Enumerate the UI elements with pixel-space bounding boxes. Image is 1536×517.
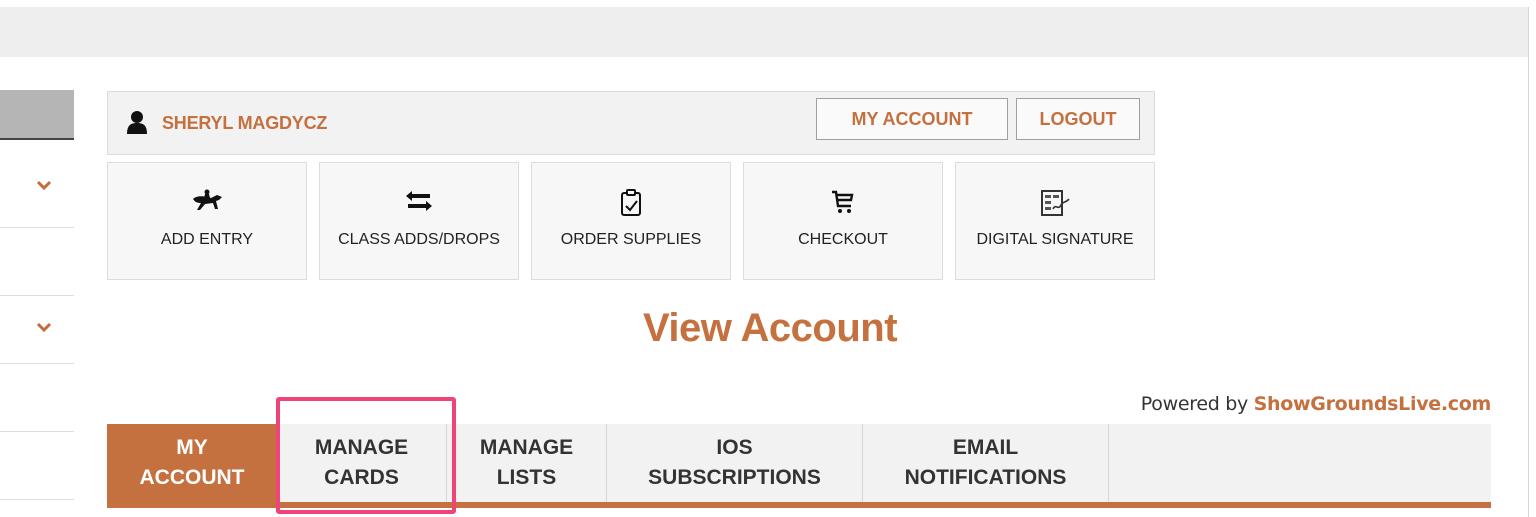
- top-bar: [0, 7, 1528, 57]
- tile-label: CHECKOUT: [798, 231, 888, 248]
- order-supplies-tile[interactable]: ORDER SUPPLIES: [531, 162, 731, 280]
- tab-label: MY: [176, 436, 208, 459]
- tile-label: ADD ENTRY: [160, 231, 254, 248]
- powered-by: Powered by ShowGroundsLive.com: [1140, 393, 1492, 415]
- tab-email-notifications[interactable]: EMAIL NOTIFICATIONS: [863, 424, 1109, 502]
- checkout-tile[interactable]: CHECKOUT: [743, 162, 943, 280]
- tab-my-account[interactable]: MY ACCOUNT: [107, 424, 277, 502]
- sidebar-item[interactable]: [0, 228, 74, 296]
- clipboard-check-icon: [532, 189, 730, 221]
- page: SHERYL MAGDYCZ MY ACCOUNT LOGOUT ADD ENT…: [0, 0, 1536, 517]
- cart-icon: [744, 189, 942, 221]
- sidebar-item[interactable]: [0, 364, 74, 432]
- page-title: View Account: [642, 306, 898, 350]
- tab-label: MANAGE: [479, 436, 574, 459]
- user-bar: SHERYL MAGDYCZ MY ACCOUNT LOGOUT: [107, 91, 1155, 155]
- brand-link[interactable]: ShowGroundsLive.com: [1254, 393, 1492, 415]
- tab-label: LISTS: [496, 466, 557, 489]
- signature-form-icon: [956, 189, 1154, 221]
- swap-arrows-icon: [320, 189, 518, 221]
- tab-manage-lists[interactable]: MANAGE LISTS: [447, 424, 607, 502]
- chevron-down-icon: [36, 180, 52, 190]
- tab-manage-cards[interactable]: MANAGE CARDS: [277, 424, 447, 502]
- tab-label: CARDS: [324, 466, 399, 489]
- chevron-down-icon: [36, 322, 52, 332]
- tile-label: DIGITAL SIGNATURE: [976, 231, 1134, 248]
- my-account-button[interactable]: MY ACCOUNT: [816, 98, 1008, 140]
- powered-by-prefix: Powered by: [1140, 393, 1254, 415]
- sidebar-item[interactable]: [0, 142, 74, 228]
- sidebar-item[interactable]: [0, 432, 74, 500]
- digital-signature-tile[interactable]: DIGITAL SIGNATURE: [955, 162, 1155, 280]
- tab-label: SUBSCRIPTIONS: [648, 466, 821, 489]
- user-icon: [126, 110, 147, 134]
- class-adds-drops-tile[interactable]: CLASS ADDS/DROPS: [319, 162, 519, 280]
- tab-label: IOS: [716, 436, 753, 459]
- tab-ios-subscriptions[interactable]: IOS SUBSCRIPTIONS: [607, 424, 863, 502]
- tab-label: NOTIFICATIONS: [904, 466, 1067, 489]
- tab-label: ACCOUNT: [139, 466, 245, 489]
- page-border: [1528, 7, 1529, 517]
- logout-button[interactable]: LOGOUT: [1016, 98, 1140, 140]
- sidebar-item[interactable]: [0, 296, 74, 364]
- account-tabs: MY ACCOUNT MANAGE CARDS MANAGE LISTS IOS SUB…: [107, 424, 1491, 508]
- tab-label: EMAIL: [952, 436, 1019, 459]
- add-entry-tile[interactable]: ADD ENTRY: [107, 162, 307, 280]
- user-name[interactable]: SHERYL MAGDYCZ: [162, 113, 327, 134]
- tile-label: CLASS ADDS/DROPS: [338, 231, 500, 248]
- sidebar-header: [0, 90, 74, 140]
- tile-label: ORDER SUPPLIES: [560, 231, 702, 248]
- tab-label: MANAGE: [314, 436, 409, 459]
- horse-rider-icon: [108, 189, 306, 221]
